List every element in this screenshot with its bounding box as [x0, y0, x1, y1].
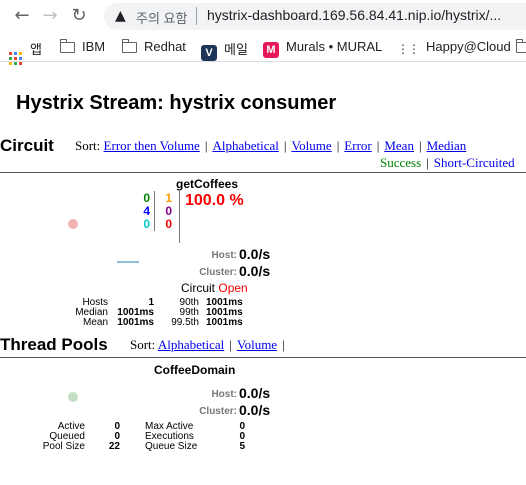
host-rate: 0.0/s	[239, 246, 271, 262]
counts-separator	[154, 191, 155, 231]
count-rejected: 0	[165, 204, 172, 218]
url-text[interactable]: hystrix-dashboard.169.56.84.41.nip.io/hy…	[207, 7, 501, 23]
arrow-right-icon[interactable]: →	[39, 5, 61, 27]
bookmark-happy-cloud[interactable]: ⋮⋮ Happy@Cloud	[397, 39, 511, 56]
p995-value: 1001ms	[206, 317, 243, 328]
cluster-rate-label: Cluster:	[199, 406, 237, 417]
security-warning[interactable]: 주의 요함	[136, 8, 187, 27]
sort-median[interactable]: Median	[427, 138, 467, 153]
bookmark-mural[interactable]: M Murals • MURAL	[263, 39, 382, 58]
count-bad-request: 0	[143, 217, 150, 231]
count-timeout: 1	[165, 191, 172, 205]
circuit-health-circle	[68, 219, 78, 229]
apps-grid-icon	[9, 52, 22, 65]
circuit-sort-bar: Sort: Error then Volume | Alphabetical | Vol…	[75, 138, 467, 153]
legend-short-circuited: Short-Circuited	[433, 155, 515, 170]
dots-icon: ⋮⋮	[397, 42, 420, 56]
folder-icon	[515, 39, 526, 53]
sort-volume[interactable]: Volume	[291, 138, 331, 153]
sparkline	[117, 261, 139, 263]
p995-label: 99.5th	[171, 317, 199, 328]
bookmark-ibm[interactable]: IBM	[59, 39, 106, 54]
circuit-name: getCoffees	[176, 177, 239, 191]
v-logo-icon: V	[201, 45, 217, 61]
threadpool-health-circle	[68, 392, 78, 402]
pool-size-label: Pool Size	[42, 441, 85, 452]
bookmarks-bar: 앱 IBM Redhat V 메일 M Murals • MURAL ⋮⋮ Happy…	[0, 34, 526, 65]
sort-error[interactable]: Error	[344, 138, 371, 153]
bookmark-label: IBM	[82, 39, 106, 54]
warning-triangle-icon[interactable]: ▲	[115, 8, 126, 24]
host-rate-label: Host:	[211, 250, 237, 261]
bookmark-apps[interactable]: 앱	[9, 39, 42, 65]
sort-alphabetical[interactable]: Alphabetical	[158, 337, 224, 352]
circuit-section-title: Circuit	[0, 136, 54, 155]
sort-volume[interactable]: Volume	[237, 337, 277, 352]
bookmark-label: Murals • MURAL	[286, 39, 383, 54]
queue-size-label: Queue Size	[145, 441, 198, 452]
page-title: Hystrix Stream: hystrix consumer	[16, 92, 337, 114]
mean-value: 1001ms	[117, 317, 154, 328]
url-separator	[196, 7, 197, 25]
circuit-monitor-getcoffees[interactable]: 0 4 0 1 0 0 getCoffees 100.0 % Host: 0.0…	[0, 173, 526, 333]
sort-mean[interactable]: Mean	[384, 138, 414, 153]
sort-label: Sort:	[130, 337, 156, 352]
folder-icon	[59, 39, 75, 53]
queue-size-value: 5	[239, 441, 245, 452]
bookmark-label: 앱	[30, 42, 42, 57]
legend-success: Success	[380, 155, 422, 170]
bookmark-label: Redhat	[144, 39, 186, 54]
circuit-legend: Success | Short-Circuited	[380, 155, 515, 170]
count-success: 0	[143, 191, 150, 205]
host-rate-label: Host:	[211, 389, 237, 400]
address-bar[interactable]: ▲ 주의 요함 hystrix-dashboard.169.56.84.41.n…	[104, 3, 526, 30]
sort-alphabetical[interactable]: Alphabetical	[212, 138, 278, 153]
arrow-left-icon[interactable]: ←	[11, 5, 33, 27]
bookmark-label: 메일	[224, 42, 248, 57]
reload-icon[interactable]: ↻	[68, 5, 90, 27]
sort-label: Sort:	[75, 138, 101, 153]
folder-icon	[121, 39, 137, 53]
bookmark-mail[interactable]: V 메일	[201, 39, 248, 61]
cluster-rate-label: Cluster:	[199, 267, 237, 278]
mean-label: Mean	[82, 317, 108, 328]
thread-pools-sort-bar: Sort: Alphabetical | Volume |	[130, 337, 285, 352]
circuit-status: Circuit Open	[181, 281, 248, 295]
thread-pools-section-title: Thread Pools	[0, 335, 108, 354]
bookmark-overflow[interactable]	[515, 39, 526, 54]
pool-size-value: 22	[108, 441, 120, 452]
circuit-error-rate: 100.0 %	[185, 192, 244, 209]
threadpool-name: CoffeeDomain	[154, 363, 236, 377]
sort-error-then-volume[interactable]: Error then Volume	[104, 138, 200, 153]
bookmark-redhat[interactable]: Redhat	[121, 39, 186, 54]
mural-icon: M	[263, 42, 279, 58]
cluster-rate: 0.0/s	[239, 263, 271, 279]
rate-separator	[179, 191, 180, 243]
threadpool-monitor-coffeedomain[interactable]: CoffeeDomain Host: 0.0/s Cluster: 0.0/s …	[0, 358, 526, 478]
circuit-status-value: Open	[218, 281, 248, 295]
count-failure: 0	[165, 217, 172, 231]
browser-toolbar: ← → ↻ ▲ 주의 요함 hystrix-dashboard.169.56.8…	[0, 0, 526, 34]
count-short-circuited: 4	[143, 204, 150, 218]
bookmark-label: Happy@Cloud	[426, 39, 511, 54]
cluster-rate: 0.0/s	[239, 402, 271, 418]
host-rate: 0.0/s	[239, 385, 271, 401]
circuit-status-label: Circuit	[181, 281, 216, 295]
